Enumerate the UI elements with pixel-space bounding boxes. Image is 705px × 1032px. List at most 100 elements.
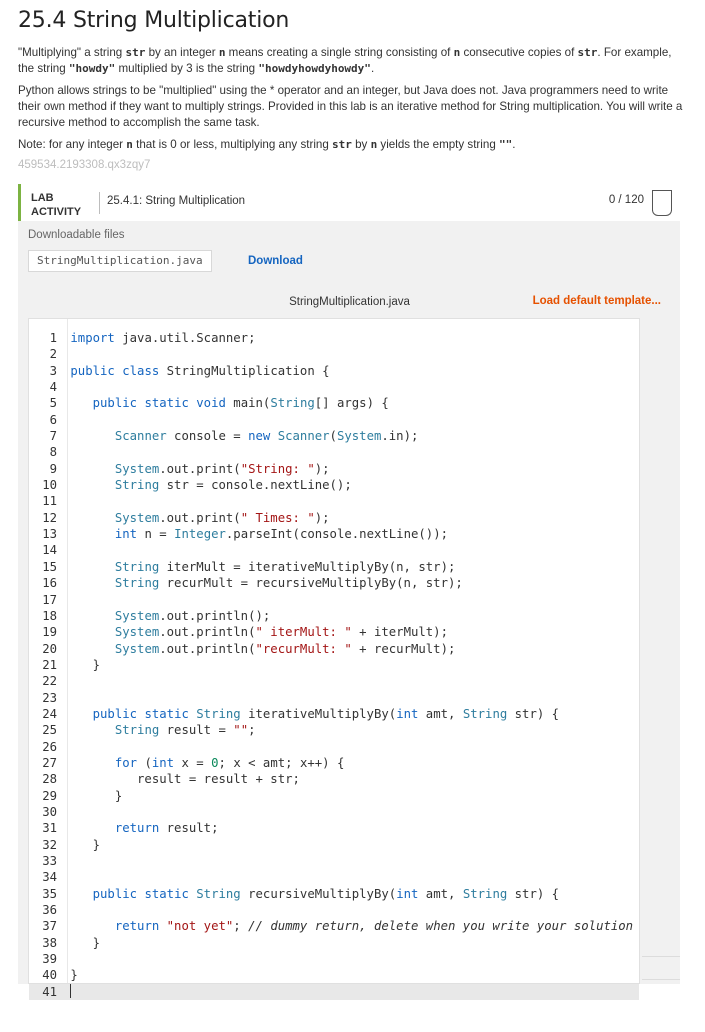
code-text[interactable]	[63, 952, 70, 966]
code-line[interactable]: 22	[29, 673, 639, 689]
code-text[interactable]	[63, 903, 70, 917]
code-line[interactable]: 38 }	[29, 935, 639, 951]
code-line[interactable]: 3 public class StringMultiplication {	[29, 363, 639, 379]
code-text[interactable]: String iterMult = iterativeMultiplyBy(n,…	[63, 560, 456, 574]
code-line[interactable]: 39	[29, 951, 639, 967]
completion-flag-icon	[652, 190, 672, 216]
editor-toolbar: StringMultiplication.java Load default t…	[28, 288, 671, 316]
code-line[interactable]: 11	[29, 493, 639, 509]
code-text[interactable]	[63, 805, 70, 819]
code-line[interactable]: 15 String iterMult = iterativeMultiplyBy…	[29, 559, 639, 575]
code-text[interactable]: public static String recursiveMultiplyBy…	[63, 887, 559, 901]
code-line[interactable]: 7 Scanner console = new Scanner(System.i…	[29, 428, 639, 444]
code-line[interactable]: 35 public static String recursiveMultipl…	[29, 886, 639, 902]
code-text[interactable]: result = result + str;	[63, 772, 300, 786]
code-text[interactable]: return "not yet"; // dummy return, delet…	[63, 919, 633, 933]
line-number: 37	[42, 919, 57, 934]
code-line[interactable]: 4	[29, 379, 639, 395]
page: 25.4 String Multiplication "Multiplying"…	[0, 8, 705, 1001]
code-text[interactable]	[63, 674, 70, 688]
code-text[interactable]: }	[63, 789, 122, 803]
code-text[interactable]	[63, 983, 72, 999]
code-text[interactable]	[63, 445, 70, 459]
code-line[interactable]: 19 System.out.println(" iterMult: " + it…	[29, 624, 639, 640]
text: means creating a single string consistin…	[225, 46, 454, 59]
code-text[interactable]: }	[63, 838, 100, 852]
line-number: 22	[42, 674, 57, 689]
code-text[interactable]	[63, 347, 70, 361]
divider	[99, 192, 100, 214]
code-text[interactable]	[63, 691, 70, 705]
code-line[interactable]: 16 String recurMult = recursiveMultiplyB…	[29, 575, 639, 591]
code-text[interactable]	[63, 494, 70, 508]
code-line[interactable]: 28 result = result + str;	[29, 771, 639, 787]
code-line[interactable]: 37 return "not yet"; // dummy return, de…	[29, 918, 639, 934]
code-text[interactable]	[63, 413, 70, 427]
code-text[interactable]: Scanner console = new Scanner(System.in)…	[63, 429, 419, 443]
code-text[interactable]: return result;	[63, 821, 219, 835]
code-text[interactable]	[63, 870, 70, 884]
code-text[interactable]: }	[63, 968, 77, 982]
code-line[interactable]: 9 System.out.print("String: ");	[29, 461, 639, 477]
code-text[interactable]: System.out.print(" Times: ");	[63, 511, 330, 525]
code-line[interactable]: 24 public static String iterativeMultipl…	[29, 706, 639, 722]
code-text[interactable]: System.out.println("recurMult: " + recur…	[63, 642, 456, 656]
load-default-template-button[interactable]: Load default template...	[533, 295, 661, 307]
text: .	[512, 138, 516, 151]
code-text[interactable]: String recurMult = recursiveMultiplyBy(n…	[63, 576, 463, 590]
code-line[interactable]: 23	[29, 690, 639, 706]
code-line[interactable]: 5 public static void main(String[] args)…	[29, 395, 639, 411]
code-line[interactable]: 20 System.out.println("recurMult: " + re…	[29, 641, 639, 657]
code-line[interactable]: 31 return result;	[29, 820, 639, 836]
code-text[interactable]	[63, 593, 70, 607]
code-line[interactable]: 33	[29, 853, 639, 869]
code-line[interactable]: 29 }	[29, 788, 639, 804]
code-line[interactable]: 14	[29, 542, 639, 558]
code-text[interactable]	[63, 740, 70, 754]
code-line[interactable]: 26	[29, 739, 639, 755]
code-line[interactable]: 34	[29, 869, 639, 885]
code-text[interactable]: import java.util.Scanner;	[63, 331, 255, 345]
code-text[interactable]	[63, 854, 70, 868]
code-text[interactable]	[63, 543, 70, 557]
line-number: 9	[49, 461, 57, 476]
code-text[interactable]: for (int x = 0; x < amt; x++) {	[63, 756, 345, 770]
code-line[interactable]: 32 }	[29, 837, 639, 853]
code-line[interactable]: 36	[29, 902, 639, 918]
code-editor[interactable]: 1 import java.util.Scanner; 2 3 public cl…	[28, 318, 640, 1001]
code-text[interactable]: int n = Integer.parseInt(console.nextLin…	[63, 527, 448, 541]
code-text[interactable]	[63, 380, 70, 394]
code-line[interactable]: 27 for (int x = 0; x < amt; x++) {	[29, 755, 639, 771]
line-number: 3	[49, 363, 57, 378]
code-text[interactable]: System.out.println();	[63, 609, 270, 623]
download-button[interactable]: Download	[248, 255, 303, 267]
code-text[interactable]: public class StringMultiplication {	[63, 364, 329, 378]
code-text[interactable]: public static String iterativeMultiplyBy…	[63, 707, 559, 721]
line-number: 36	[42, 903, 57, 918]
code-text[interactable]: }	[63, 658, 100, 672]
code-line[interactable]: 17	[29, 592, 639, 608]
code-line[interactable]: 18 System.out.println();	[29, 608, 639, 624]
code-text[interactable]: }	[63, 936, 100, 950]
code-line[interactable]: 41	[29, 983, 639, 1001]
code-line[interactable]: 40 }	[29, 967, 639, 983]
code-line[interactable]: 21 }	[29, 657, 639, 673]
code-text[interactable]: System.out.print("String: ");	[63, 462, 330, 476]
inline-code: n	[126, 138, 133, 151]
code-text[interactable]: String str = console.nextLine();	[63, 478, 352, 492]
code-line[interactable]: 2	[29, 346, 639, 362]
code-text[interactable]: public static void main(String[] args) {	[63, 396, 389, 410]
code-line[interactable]: 25 String result = "";	[29, 722, 639, 738]
code-line[interactable]: 6	[29, 412, 639, 428]
code-text[interactable]: System.out.println(" iterMult: " + iterM…	[63, 625, 448, 639]
code-line[interactable]: 13 int n = Integer.parseInt(console.next…	[29, 526, 639, 542]
downloadable-files-label: Downloadable files	[28, 229, 125, 241]
code-line[interactable]: 12 System.out.print(" Times: ");	[29, 510, 639, 526]
code-line[interactable]: 8	[29, 444, 639, 460]
line-number: 33	[42, 854, 57, 868]
code-text[interactable]: String result = "";	[63, 723, 256, 737]
code-line[interactable]: 10 String str = console.nextLine();	[29, 477, 639, 493]
code-line[interactable]: 1 import java.util.Scanner;	[29, 330, 639, 346]
code-lines[interactable]: 1 import java.util.Scanner; 2 3 public cl…	[29, 330, 639, 1001]
code-line[interactable]: 30	[29, 804, 639, 820]
